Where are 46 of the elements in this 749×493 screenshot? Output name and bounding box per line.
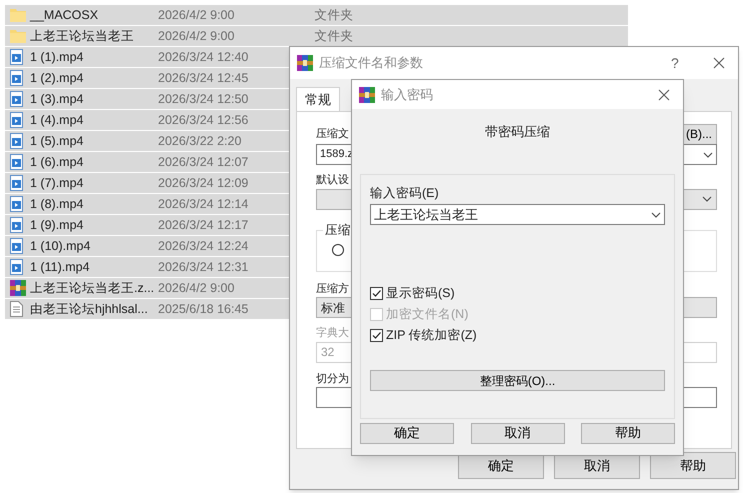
field-label: 切分为: [316, 372, 349, 386]
file-name: 1 (9).mp4: [30, 216, 84, 234]
file-date: 2026/3/24 12:45: [158, 70, 248, 87]
field-label: 压缩文: [316, 126, 349, 142]
file-name: 1 (1).mp4: [30, 48, 84, 66]
file-date: 2025/6/18 16:45: [158, 300, 248, 318]
file-name: 1 (11).mp4: [30, 258, 91, 276]
file-name: 由老王论坛hjhhlsal...: [30, 300, 149, 318]
file-name: __MACOSX: [30, 6, 100, 24]
field-label: 压缩方: [316, 282, 349, 296]
file-date: 2026/3/24 12:07: [158, 154, 248, 171]
file-date: 2026/3/24 12:56: [158, 112, 248, 129]
file-name: 1 (10).mp4: [30, 238, 92, 255]
file-date: 2026/3/24 12:40: [158, 48, 248, 66]
checkbox-label: ZIP 传统加密(Z): [386, 326, 477, 344]
file-name: 1 (7).mp4: [30, 174, 84, 192]
file-name: 1 (3).mp4: [30, 90, 84, 108]
file-date: 2026/4/2 9:00: [158, 28, 234, 45]
file-name: 1 (2).mp4: [30, 70, 84, 87]
file-date: 2026/3/22 2:20: [158, 132, 242, 150]
file-date: 2026/3/24 12:17: [158, 216, 248, 234]
file-type: 文件夹: [314, 28, 354, 45]
checkbox-label: 显示密码(S): [386, 284, 455, 302]
file-name: 1 (6).mp4: [30, 154, 84, 171]
field-label: 默认设: [316, 173, 349, 188]
file-name: 1 (8).mp4: [30, 196, 84, 213]
file-date: 2026/3/24 12:31: [158, 258, 248, 276]
file-name: 上老王论坛当老王.z...: [30, 280, 156, 297]
dialog-heading: 带密码压缩: [485, 123, 550, 141]
field-label: 输入密码(E): [370, 184, 440, 202]
file-date: 2026/4/2 9:00: [158, 280, 234, 297]
window-title: 输入密码: [381, 86, 434, 104]
file-name: 上老王论坛当老王: [30, 28, 135, 45]
window-title: 压缩文件名和参数: [319, 54, 424, 72]
checkbox-label: 加密文件名(N): [386, 306, 468, 323]
file-date: 2026/4/2 9:00: [158, 6, 234, 24]
file-date: 2026/3/24 12:09: [158, 174, 248, 192]
file-name: 1 (4).mp4: [30, 112, 84, 129]
file-name: 1 (5).mp4: [30, 132, 84, 150]
file-date: 2026/3/24 12:50: [158, 90, 248, 108]
file-type: 文件夹: [314, 6, 354, 24]
file-date: 2026/3/24 12:14: [158, 196, 248, 213]
field-label: 字典大: [316, 326, 349, 341]
group-label: 压缩: [323, 222, 353, 238]
field-value: 1589.z: [320, 147, 354, 162]
file-date: 2026/3/24 12:24: [158, 238, 248, 255]
